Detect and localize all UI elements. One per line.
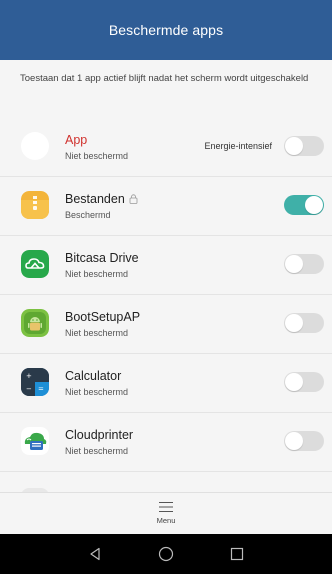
protect-toggle-app[interactable] (284, 136, 324, 156)
app-status: Niet beschermd (65, 269, 129, 279)
list-item-bootsetupap[interactable]: BootSetupAP Niet beschermd (0, 295, 332, 354)
home-circle-icon[interactable] (156, 544, 176, 564)
app-name: Bitcasa Drive (65, 251, 139, 265)
svg-text:−: − (26, 385, 32, 393)
app-name: BootSetupAP (65, 310, 141, 324)
protect-toggle-bitcasa-drive[interactable] (284, 254, 324, 274)
menu-icon (159, 502, 173, 512)
toggle-knob (285, 373, 303, 391)
app-status: Niet beschermd (65, 151, 129, 161)
protect-toggle-bestanden[interactable] (284, 195, 324, 215)
energy-intensive-label: Energie-intensief (204, 141, 272, 151)
protect-toggle-calculator[interactable] (284, 372, 324, 392)
app-name: App (65, 133, 88, 147)
app-status: Niet beschermd (65, 446, 129, 456)
toggle-knob (285, 314, 303, 332)
app-name: Bestanden (65, 192, 125, 206)
list-item-calculator[interactable]: + − = Calculator Niet beschermd (0, 354, 332, 413)
list-item-bestanden[interactable]: Bestanden Beschermd (0, 177, 332, 236)
svg-text:=: = (38, 385, 44, 393)
files-folder-icon (21, 191, 49, 219)
app-status: Niet beschermd (65, 387, 129, 397)
app-status: Beschermd (65, 210, 111, 220)
back-triangle-icon[interactable] (85, 544, 105, 564)
app-bar: Beschermde apps (0, 0, 332, 60)
page-title: Beschermde apps (108, 22, 224, 38)
list-item-cloudprinter[interactable]: Cloudprinter Niet beschermd (0, 413, 332, 472)
list-item-bitcasa-drive[interactable]: Bitcasa Drive Niet beschermd (0, 236, 332, 295)
toggle-knob (285, 137, 303, 155)
svg-text:+: + (26, 372, 32, 380)
recents-square-icon[interactable] (227, 544, 247, 564)
android-robot-icon (21, 309, 49, 337)
bitcasa-cloud-icon (21, 250, 49, 278)
app-name: Cloudprinter (65, 428, 134, 442)
app-name-container: Bestanden (65, 192, 138, 206)
bottom-menu-button[interactable]: Menu (0, 492, 332, 534)
app-status: Niet beschermd (65, 328, 129, 338)
cloudprinter-icon (21, 427, 49, 455)
lock-icon (129, 194, 138, 204)
system-navigation-bar (0, 534, 332, 574)
list-item-app[interactable]: App Niet beschermd Energie-intensief (0, 118, 332, 177)
protect-toggle-bootsetupap[interactable] (284, 313, 324, 333)
toggle-knob (305, 196, 323, 214)
menu-label: Menu (156, 516, 176, 525)
app-list: App Niet beschermd Energie-intensief Bes… (0, 118, 332, 500)
protect-toggle-cloudprinter[interactable] (284, 431, 324, 451)
calculator-icon: + − = (21, 368, 49, 396)
description-text: Toestaan dat 1 app actief blijft nadat h… (20, 73, 309, 84)
app-name: Calculator (65, 369, 122, 383)
toggle-knob (285, 255, 303, 273)
blank-app-icon (21, 132, 49, 160)
toggle-knob (285, 432, 303, 450)
